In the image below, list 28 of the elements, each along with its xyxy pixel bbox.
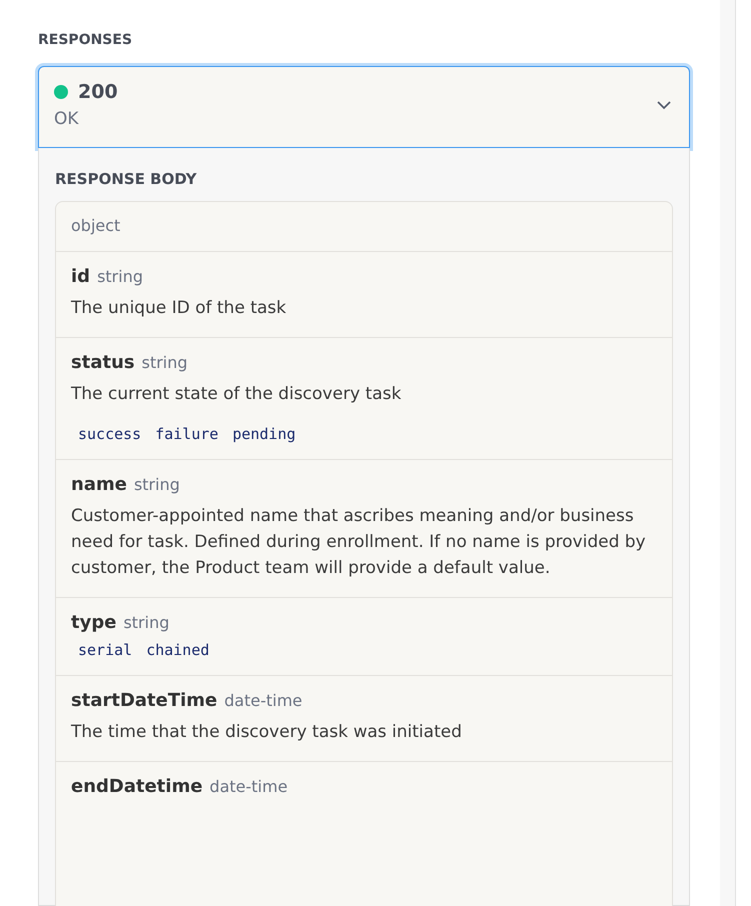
enum-value: chained [146,641,210,659]
field-type: date-time [210,777,288,796]
schema-type: object [71,216,120,235]
enum-value: serial [78,641,132,659]
enum-value: success [78,425,142,443]
field-name: startDateTime [71,690,218,711]
response-header[interactable]: 200 OK [38,66,690,148]
enum-value: pending [232,425,296,443]
field-type: string [142,353,188,372]
status-message: OK [54,109,80,129]
body-title: RESPONSE BODY [55,170,198,188]
enum-value: failure [155,425,218,443]
field-description: The time that the discovery task was initiated [71,721,463,744]
field-type: string [97,267,143,286]
field-name: endDatetime [71,776,203,797]
field-type: string [123,613,170,632]
chevron-icon [657,100,671,110]
field-description: The current state of the discovery task [71,383,402,406]
field-description: Customer-appointed name that ascribes meaning and/or business need for task. Defined during enrollment. If no name is provided by customer, the Product team will provide a default value. [71,505,647,580]
field-type: date-time [224,691,302,710]
field-type: string [134,475,180,494]
field-description: The unique ID of the task [71,297,288,320]
field-name: status [71,352,135,373]
section-title: RESPONSES [38,32,134,48]
field-name: name [71,474,127,495]
field-name: type [71,612,116,633]
status-code: 200 [78,81,118,103]
field-name: id [71,266,90,287]
